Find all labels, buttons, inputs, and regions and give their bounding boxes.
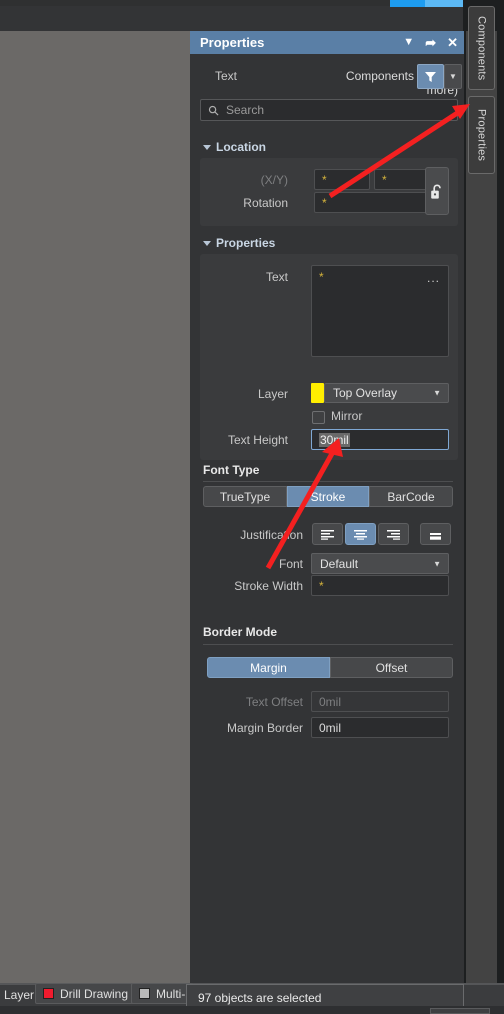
location-header-label: Location xyxy=(216,140,266,154)
vertical-tab-components[interactable]: Components xyxy=(468,6,495,90)
location-x-field[interactable]: * xyxy=(314,169,370,190)
font-value: Default xyxy=(320,556,359,571)
filter-button[interactable] xyxy=(417,64,444,89)
text-value-textarea[interactable]: * ... xyxy=(311,265,449,357)
multi-color-swatch xyxy=(139,988,150,999)
search-input[interactable]: Search xyxy=(200,99,458,121)
panel-title-label: Properties xyxy=(200,35,265,50)
font-type-truetype[interactable]: TrueType xyxy=(203,486,287,507)
collapse-triangle-icon-2 xyxy=(203,240,211,246)
border-mode-offset[interactable]: Offset xyxy=(330,657,453,678)
font-select[interactable]: Default ▼ xyxy=(311,553,449,574)
text-height-value: 30mil xyxy=(319,432,350,447)
stroke-width-label: Stroke Width xyxy=(234,579,303,593)
text-height-field[interactable]: 30mil xyxy=(311,429,449,450)
align-center-icon xyxy=(354,529,367,540)
align-left-button[interactable] xyxy=(312,523,343,545)
panel-titlebar: Properties ▼ ➦ ✕ xyxy=(190,31,464,54)
border-mode-divider xyxy=(203,644,453,645)
align-center-button[interactable] xyxy=(345,523,376,545)
status-layer-label: Layer xyxy=(4,988,35,1002)
xy-label: (X/Y) xyxy=(260,173,288,187)
align-bottom-button[interactable] xyxy=(420,523,451,545)
rotation-field[interactable]: * xyxy=(314,192,430,213)
mirror-checkbox[interactable] xyxy=(312,411,325,424)
filter-dropdown-button[interactable]: ▼ xyxy=(444,64,462,89)
vertical-tab-properties[interactable]: Properties xyxy=(468,96,495,174)
mirror-label: Mirror xyxy=(331,409,363,423)
unlock-icon xyxy=(431,184,441,199)
font-type-segmented-control[interactable]: TrueType Stroke BarCode xyxy=(203,486,453,507)
funnel-icon xyxy=(425,72,436,82)
margin-border-field[interactable]: 0mil xyxy=(311,717,449,738)
drill-drawing-label: Drill Drawing xyxy=(60,986,129,1001)
text-more-button[interactable]: ... xyxy=(427,271,440,285)
text-offset-label: Text Offset xyxy=(245,695,303,709)
border-mode-header: Border Mode xyxy=(203,625,278,639)
align-bottom-icon xyxy=(430,532,441,540)
text-field-label: Text xyxy=(265,270,288,284)
drill-drawing-color-swatch xyxy=(43,988,54,999)
align-right-icon xyxy=(387,529,400,540)
font-type-barcode[interactable]: BarCode xyxy=(369,486,453,507)
vertical-tab-properties-label: Properties xyxy=(475,108,488,162)
properties-section-header[interactable]: Properties xyxy=(203,236,275,250)
chevron-down-icon-layer: ▼ xyxy=(433,388,441,398)
lock-aspect-button[interactable] xyxy=(425,167,449,215)
layer-value: Top Overlay xyxy=(333,386,398,400)
stroke-width-field[interactable]: * xyxy=(311,575,449,596)
status-drill-drawing-chip[interactable]: Drill Drawing xyxy=(35,983,137,1004)
layer-color-swatch xyxy=(311,383,324,403)
chevron-down-icon-font: ▼ xyxy=(433,559,441,568)
font-type-divider xyxy=(203,481,453,482)
text-offset-field: 0mil xyxy=(311,691,449,712)
bottom-right-widget[interactable] xyxy=(430,1008,490,1014)
search-icon xyxy=(208,105,219,116)
font-label: Font xyxy=(278,557,303,571)
margin-border-label: Margin Border xyxy=(226,721,303,735)
search-placeholder: Search xyxy=(226,103,265,117)
multi-label: Multi- xyxy=(156,986,186,1001)
vertical-tab-components-label: Components xyxy=(475,15,488,81)
selection-message: 97 objects are selected xyxy=(198,990,322,1005)
status-multi-chip[interactable]: Multi- xyxy=(131,983,194,1004)
font-type-stroke[interactable]: Stroke xyxy=(287,486,369,507)
rotation-label: Rotation xyxy=(243,196,288,210)
font-type-header: Font Type xyxy=(203,463,260,477)
layer-label: Layer xyxy=(257,387,288,401)
border-mode-segmented-control[interactable]: Margin Offset xyxy=(207,657,453,678)
align-right-button[interactable] xyxy=(378,523,409,545)
pin-icon[interactable]: ➦ xyxy=(425,36,436,49)
location-section-header[interactable]: Location xyxy=(203,140,266,154)
text-value: * xyxy=(319,270,324,284)
collapse-triangle-icon xyxy=(203,144,211,150)
object-type-label: Text xyxy=(215,69,238,83)
close-icon[interactable]: ✕ xyxy=(447,36,458,49)
properties-header-label: Properties xyxy=(216,236,276,250)
border-mode-margin[interactable]: Margin xyxy=(207,657,330,678)
text-height-label: Text Height xyxy=(227,433,288,447)
bottom-edge xyxy=(0,1006,504,1014)
chevron-down-icon[interactable]: ▼ xyxy=(403,37,414,48)
justification-label: Justification xyxy=(240,528,303,542)
pcb-canvas-area[interactable] xyxy=(0,31,190,983)
top-toolbar-inner xyxy=(0,6,504,31)
location-y-field[interactable]: * xyxy=(374,169,430,190)
layer-select[interactable]: Top Overlay ▼ xyxy=(324,383,449,403)
align-left-icon xyxy=(321,529,334,540)
